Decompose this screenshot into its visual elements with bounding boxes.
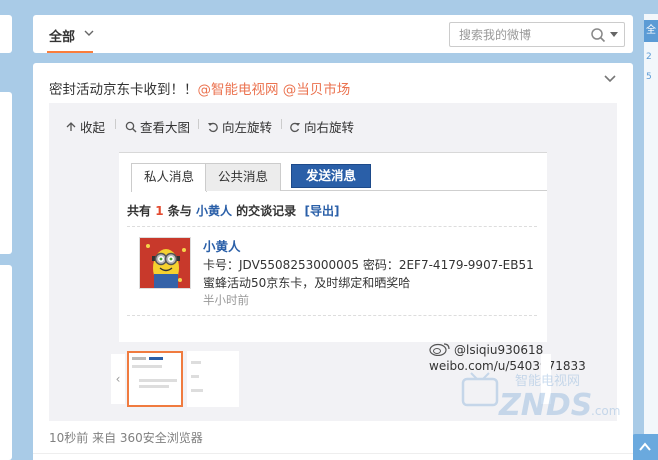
search-box — [449, 22, 625, 47]
post-body: 密封活动京东卡收到！！ — [49, 82, 198, 98]
chevron-down-icon[interactable] — [603, 73, 617, 85]
thumb-line — [191, 361, 201, 364]
znds-watermark-logo: 智能电视网 ZNDS .com — [461, 372, 620, 423]
post-image[interactable]: 私人消息 公共消息 发送消息 共有 1 条与 小黄人 的交谈记录 [导出] 小黄… — [119, 152, 547, 342]
search-dropdown-caret-icon[interactable] — [610, 32, 618, 37]
chevron-down-icon[interactable] — [83, 27, 95, 39]
weibo-page: 全 2 5 全部 密封活动京东卡收到！！@智能电视网 @当贝市场 — [0, 0, 658, 460]
znds-com-text: .com — [591, 404, 620, 418]
thumb-line — [132, 365, 162, 368]
thumb-line — [132, 357, 146, 360]
image-summary: 共有 1 条与 小黄人 的交谈记录 [导出] — [127, 202, 340, 219]
media-viewer: 收起 查看大图 向左旋转 向右旋转 私人消息 公共消息 发送消息 共有 1 条与… — [49, 103, 620, 423]
right-sidebar: 全 2 5 — [644, 0, 658, 460]
feed-filter-bar: 全部 — [33, 15, 633, 53]
rotate-left-button[interactable]: 向左旋转 — [207, 117, 272, 136]
summary-export: [导出] — [304, 204, 340, 218]
filter-all-tab[interactable]: 全部 — [49, 26, 75, 45]
magnifier-icon — [125, 121, 137, 133]
image-send-button: 发送消息 — [291, 164, 371, 188]
rotate-right-button[interactable]: 向右旋转 — [289, 117, 354, 136]
back-to-top-button[interactable] — [632, 434, 658, 460]
image-tab-bar: 私人消息 公共消息 发送消息 — [131, 159, 547, 192]
summary-count: 1 — [155, 204, 164, 218]
left-card — [0, 15, 12, 53]
thumb-line — [191, 375, 199, 378]
search-icon[interactable] — [590, 27, 606, 43]
image-divider — [127, 315, 537, 316]
thumb-line — [139, 385, 169, 388]
message-sender: 小黄人 — [203, 239, 241, 254]
image-tab-private: 私人消息 — [131, 163, 208, 192]
collapse-label: 收起 — [80, 120, 106, 135]
post-meta: 10秒前 来自 360安全浏览器 — [49, 431, 203, 445]
mention-link[interactable]: @当贝市场 — [283, 82, 351, 98]
message-desc-line: 蜜蜂活动50京东卡，及时绑定和晒奖哈 — [203, 276, 411, 290]
thumb-line — [191, 389, 203, 392]
collapse-arrow-icon — [66, 122, 76, 131]
thumbnail-active[interactable] — [127, 351, 183, 407]
view-large-button[interactable]: 查看大图 — [125, 117, 190, 136]
summary-text: 条与 — [167, 204, 192, 218]
right-tab[interactable]: 全 — [644, 20, 658, 42]
image-tab-public: 公共消息 — [205, 163, 282, 191]
thumb-line — [149, 357, 163, 360]
left-sidebar — [0, 0, 12, 460]
thumbnail-prev-button[interactable]: ‹ — [111, 354, 125, 404]
media-toolbar: 收起 查看大图 向左旋转 向右旋转 — [49, 103, 617, 143]
left-card — [0, 92, 12, 254]
view-large-label: 查看大图 — [140, 120, 191, 135]
message-time: 半小时前 — [203, 293, 249, 307]
image-divider — [127, 226, 537, 227]
summary-text: 的交谈记录 — [236, 204, 297, 218]
right-mini-count: 2 — [646, 52, 652, 62]
feed-item: 密封活动京东卡收到！！@智能电视网 @当贝市场 收起 查看大图 向左旋转 向右旋… — [33, 63, 633, 460]
rotate-left-label: 向左旋转 — [222, 120, 273, 135]
mention-link[interactable]: @智能电视网 — [198, 82, 279, 98]
summary-text: 共有 — [127, 204, 152, 218]
message-card-line: 卡号：JDV5508253000005 密码：2EF7-4179-9907-EB… — [203, 258, 534, 272]
summary-user: 小黄人 — [195, 204, 232, 218]
thumbnail[interactable] — [187, 351, 239, 407]
rotate-left-icon — [208, 122, 218, 133]
post-text: 密封活动京东卡收到！！@智能电视网 @当贝市场 — [49, 78, 350, 98]
rotate-right-label: 向右旋转 — [304, 120, 355, 135]
left-card — [0, 265, 12, 460]
footer-divider — [33, 453, 633, 454]
thumb-line — [139, 379, 177, 382]
active-tab-underline — [47, 51, 93, 53]
znds-en-text: ZNDS — [498, 388, 592, 423]
collapse-button[interactable]: 收起 — [65, 117, 105, 136]
minion-avatar-icon — [140, 238, 190, 288]
right-mini-count: 5 — [646, 72, 652, 82]
toolbar-divider — [198, 119, 199, 129]
znds-cn-text: 智能电视网 — [515, 374, 580, 389]
toolbar-divider — [281, 119, 282, 129]
search-input[interactable] — [450, 23, 586, 46]
toolbar-divider — [115, 119, 116, 129]
avatar — [139, 237, 191, 289]
rotate-right-icon — [290, 122, 300, 133]
arrow-up-icon — [639, 442, 651, 451]
